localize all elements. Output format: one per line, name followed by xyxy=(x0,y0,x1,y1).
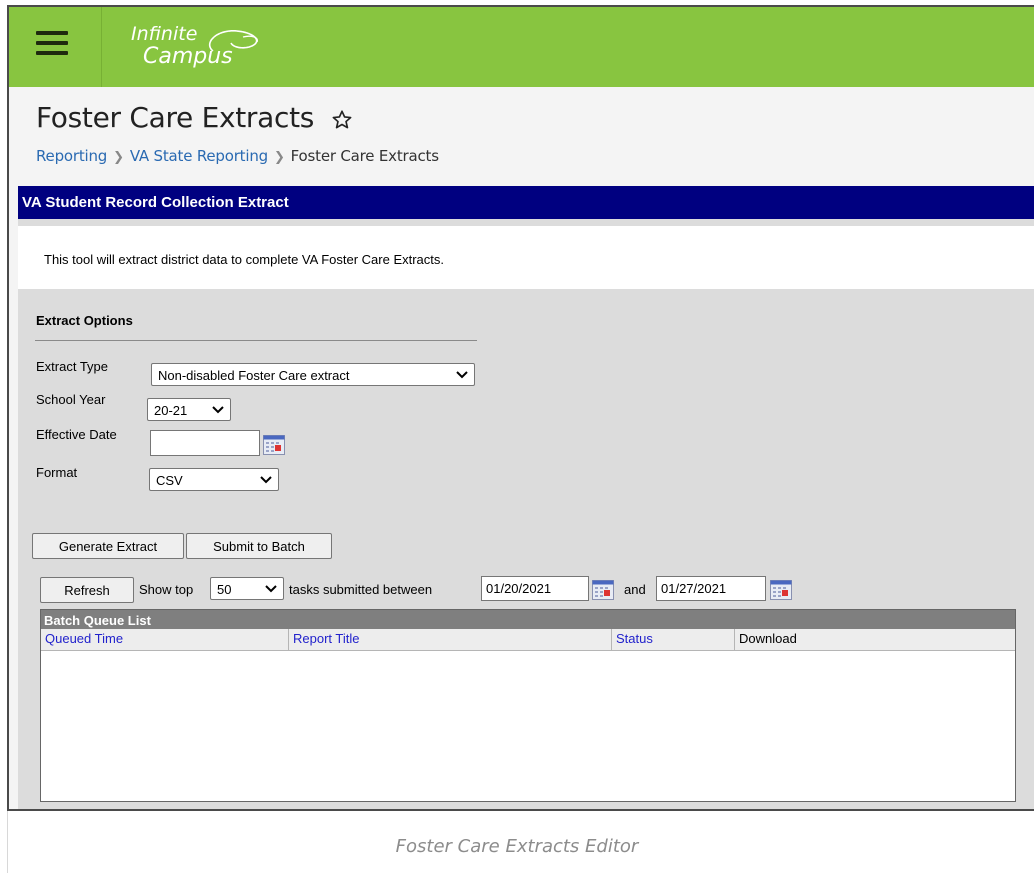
panel-description: This tool will extract district data to … xyxy=(18,226,1034,289)
batch-queue-header: Queued Time Report Title Status Download xyxy=(41,629,1015,651)
show-top-label: Show top xyxy=(139,582,194,597)
refresh-button[interactable]: Refresh xyxy=(40,577,134,603)
chevron-right-icon: ❯ xyxy=(273,150,285,165)
section-divider xyxy=(35,340,477,341)
calendar-icon[interactable] xyxy=(263,435,285,455)
format-value: CSV xyxy=(156,473,183,488)
column-status[interactable]: Status xyxy=(612,629,735,650)
chevron-right-icon: ❯ xyxy=(113,150,124,165)
batch-queue-list: Batch Queue List Queued Time Report Titl… xyxy=(40,609,1016,802)
column-report-title[interactable]: Report Title xyxy=(289,629,612,650)
show-top-value: 50 xyxy=(217,582,232,597)
tasks-between-label: tasks submitted between xyxy=(289,582,433,597)
description-text: This tool will extract district data to … xyxy=(44,252,445,267)
show-top-select[interactable]: 50 xyxy=(210,577,284,600)
format-label: Format xyxy=(36,465,78,480)
start-date-input[interactable]: 01/20/2021 xyxy=(481,576,589,601)
topbar-divider xyxy=(101,7,102,87)
school-year-select[interactable]: 20-21 xyxy=(147,398,231,421)
menu-icon[interactable] xyxy=(36,31,68,61)
figure-caption: Foster Care Extracts Editor xyxy=(395,836,639,857)
breadcrumb-va-state-reporting[interactable]: VA State Reporting xyxy=(130,147,268,165)
extract-options-title: Extract Options xyxy=(36,313,133,328)
submit-to-batch-button[interactable]: Submit to Batch xyxy=(186,533,332,559)
breadcrumb-reporting[interactable]: Reporting xyxy=(36,147,107,165)
format-select[interactable]: CSV xyxy=(149,468,279,491)
chevron-down-icon xyxy=(456,371,468,379)
effective-date-input[interactable] xyxy=(150,430,260,456)
panel-title: VA Student Record Collection Extract xyxy=(18,186,1034,219)
breadcrumb: Reporting ❯ VA State Reporting ❯ Foster Care… xyxy=(36,147,439,165)
chevron-down-icon xyxy=(260,476,272,484)
extract-editor: VA Student Record Collection Extract Thi… xyxy=(18,186,1034,809)
extract-type-select[interactable]: Non-disabled Foster Care extract xyxy=(151,363,475,386)
generate-extract-button[interactable]: Generate Extract xyxy=(32,533,184,559)
breadcrumb-current: Foster Care Extracts xyxy=(290,147,439,165)
column-download: Download xyxy=(739,631,797,646)
top-bar: Infinite Campus xyxy=(9,7,1034,87)
calendar-icon[interactable] xyxy=(592,580,614,600)
chevron-down-icon xyxy=(265,585,277,593)
logo-swoosh-icon xyxy=(208,30,258,52)
column-queued-time[interactable]: Queued Time xyxy=(41,629,289,650)
school-year-value: 20-21 xyxy=(154,403,188,418)
extract-type-label: Extract Type xyxy=(36,359,109,374)
page-title: Foster Care Extracts xyxy=(36,101,315,134)
favorite-star-icon[interactable] xyxy=(331,109,353,131)
app-window: Infinite Campus Foster Care Extracts Rep… xyxy=(7,5,1034,811)
chevron-down-icon xyxy=(212,406,224,414)
calendar-icon[interactable] xyxy=(770,580,792,600)
page-header: Foster Care Extracts Reporting ❯ VA State … xyxy=(9,87,1034,182)
and-label: and xyxy=(624,582,646,597)
school-year-label: School Year xyxy=(36,392,106,407)
infinite-campus-logo[interactable]: Infinite Campus xyxy=(131,23,281,73)
end-date-input[interactable]: 01/27/2021 xyxy=(656,576,766,601)
logo-line1: Infinite xyxy=(131,23,198,45)
batch-queue-title: Batch Queue List xyxy=(41,610,1015,629)
effective-date-label: Effective Date xyxy=(36,427,117,442)
extract-type-value: Non-disabled Foster Care extract xyxy=(158,368,350,383)
